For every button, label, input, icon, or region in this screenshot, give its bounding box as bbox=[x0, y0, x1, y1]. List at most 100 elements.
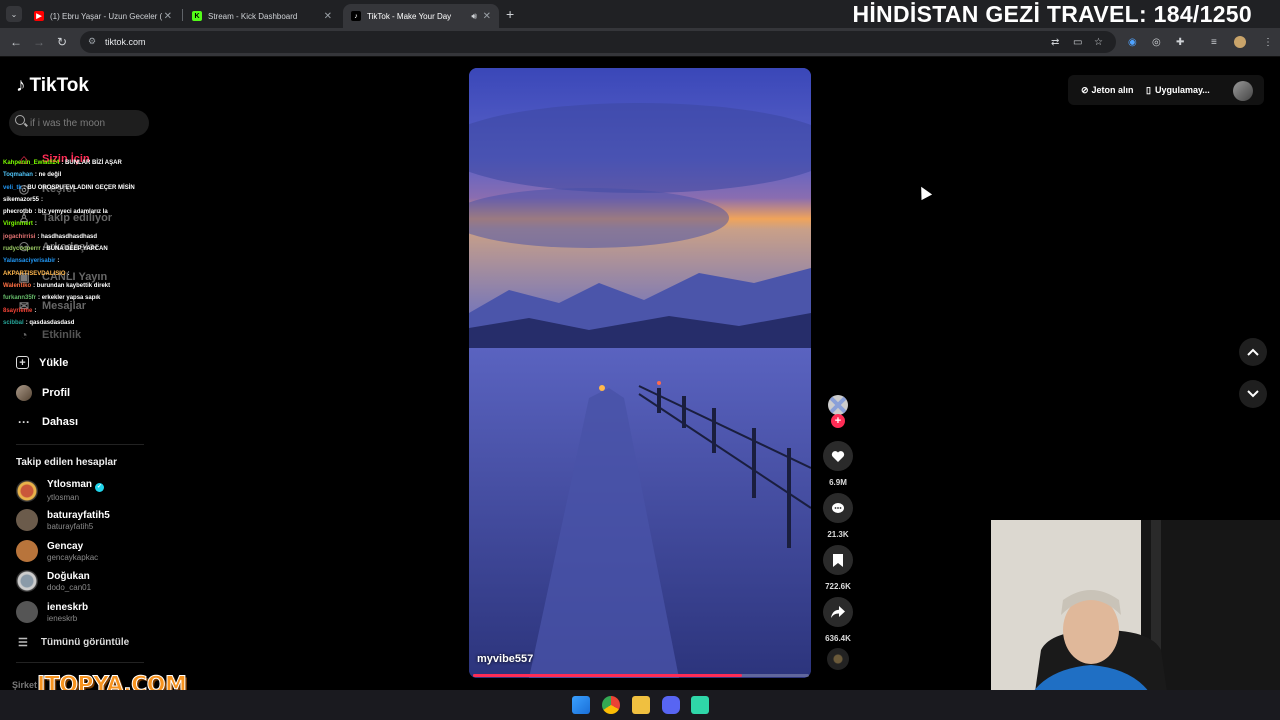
menu-dots-icon[interactable]: ⋮ bbox=[1263, 37, 1273, 48]
chat-separator: : bbox=[67, 270, 70, 277]
upload-icon: + bbox=[16, 356, 29, 369]
search-input[interactable]: if i was the moon bbox=[9, 110, 149, 136]
account-name: Doğukan bbox=[47, 570, 90, 582]
chat-message: sikemazor55: bbox=[3, 194, 163, 206]
nav-activity[interactable]: ◔ Etkinlik bbox=[16, 327, 81, 343]
get-app-button[interactable]: ▯ Uygulamay... bbox=[1146, 78, 1210, 102]
tab-kick[interactable]: K Stream - Kick Dashboard ✕ bbox=[184, 4, 340, 28]
tab-tiktok[interactable]: ♪ TikTok - Make Your Day 🔊︎ ✕ bbox=[343, 4, 499, 28]
next-video-button[interactable] bbox=[1239, 380, 1267, 408]
site-info-icon[interactable]: ⚙ bbox=[88, 36, 96, 47]
chat-separator: : bbox=[34, 307, 37, 314]
see-all-following[interactable]: ☰ Tümünü görüntüle bbox=[18, 636, 129, 649]
previous-video-button[interactable] bbox=[1239, 338, 1267, 366]
video-progress-bar[interactable] bbox=[473, 674, 809, 677]
chat-text: burundan kaybettik direkt bbox=[36, 282, 111, 289]
file-explorer-icon[interactable] bbox=[632, 696, 650, 714]
translate-icon[interactable]: ⇄ bbox=[1051, 37, 1059, 48]
forward-icon[interactable]: → bbox=[33, 35, 45, 49]
chat-message: veli_tk: BU OROSPU EVLADINI GEÇER MİSİN bbox=[3, 182, 163, 194]
footer-company-link[interactable]: Şirket bbox=[12, 680, 37, 690]
chrome-icon[interactable] bbox=[602, 696, 620, 714]
new-tab-button[interactable]: + bbox=[506, 6, 514, 22]
following-account[interactable]: Gencay gencaykapkac bbox=[16, 540, 98, 562]
chat-text: qasdasdasdasd bbox=[29, 319, 75, 326]
nav-profile[interactable]: Profil bbox=[16, 385, 70, 401]
chat-username: Toqmahan bbox=[3, 172, 33, 179]
following-account[interactable]: Doğukan dodo_can01 bbox=[16, 570, 91, 592]
bookmark-icon bbox=[823, 545, 853, 575]
search-placeholder: if i was the moon bbox=[30, 118, 106, 129]
following-account[interactable]: Ytlosman ✓ ytlosman bbox=[16, 479, 105, 502]
tab-title: (1) Ebru Yaşar - Uzun Geceler ( bbox=[50, 11, 163, 21]
account-handle: ieneskrb bbox=[47, 613, 78, 623]
tab-youtube[interactable]: ▶ (1) Ebru Yaşar - Uzun Geceler ( ✕ bbox=[26, 4, 180, 28]
bookmark-star-icon[interactable]: ☆ bbox=[1094, 37, 1103, 48]
speaker-icon[interactable]: 🔊︎ bbox=[471, 11, 477, 22]
account-handle: dodo_can01 bbox=[47, 582, 92, 592]
browser-toolbar: ← → ↻ ⚙ tiktok.com ⇄ ▭ ☆ ◉ ◎ ✚ ≡ ⋮ bbox=[0, 28, 1280, 57]
tiktok-note-icon: ♪ bbox=[16, 75, 26, 96]
save-button[interactable]: 722.6K bbox=[822, 545, 854, 591]
windows-start-icon[interactable] bbox=[572, 696, 590, 714]
close-icon[interactable]: ✕ bbox=[164, 11, 172, 22]
back-icon[interactable]: ← bbox=[10, 35, 22, 49]
music-disc-icon[interactable] bbox=[827, 648, 849, 670]
video-player[interactable]: myvibe557 bbox=[469, 68, 811, 678]
chat-text: hasdhasdhasdhasd bbox=[41, 233, 98, 240]
nav-label: Profil bbox=[42, 387, 71, 399]
like-count: 6.9M bbox=[829, 478, 847, 487]
logo-text: TikTok bbox=[29, 75, 89, 96]
following-account[interactable]: ieneskrb ieneskrb bbox=[16, 601, 88, 623]
creator-avatar[interactable] bbox=[828, 395, 848, 415]
discord-icon[interactable] bbox=[662, 696, 680, 714]
sidebar-divider bbox=[16, 662, 144, 663]
reload-icon[interactable]: ↻ bbox=[57, 35, 67, 49]
phone-icon: ▯ bbox=[1146, 84, 1151, 95]
chat-username: Virginmert bbox=[3, 221, 33, 228]
profile-avatar-icon[interactable] bbox=[1234, 36, 1246, 48]
video-progress-fill bbox=[473, 674, 742, 677]
profile-avatar[interactable] bbox=[1233, 81, 1253, 101]
nav-upload[interactable]: + Yükle bbox=[16, 356, 68, 369]
like-button[interactable]: 6.9M bbox=[822, 441, 854, 487]
tab-search-button[interactable]: ⌄ bbox=[6, 6, 22, 22]
tiktok-logo[interactable]: ♪ TikTok bbox=[16, 75, 89, 97]
app-label: Uygulamay... bbox=[1154, 85, 1210, 95]
tab-divider bbox=[182, 9, 183, 21]
avatar bbox=[16, 570, 38, 592]
chat-username: rudycooperrr bbox=[3, 246, 41, 253]
account-name: Gencay bbox=[47, 540, 84, 552]
app-icon[interactable] bbox=[691, 696, 709, 714]
nav-more[interactable]: ··· Dahası bbox=[16, 414, 78, 430]
extension-icon[interactable]: ◉ bbox=[1128, 37, 1137, 48]
chat-message: Walentiko: burundan kaybettik direkt bbox=[3, 280, 163, 292]
chat-message: scibbal: qasdasdasdasd bbox=[3, 317, 163, 329]
chat-message: Toqmahan: ne değil bbox=[3, 169, 163, 181]
chat-username: 8sayrieme bbox=[3, 307, 33, 314]
chevron-down-icon bbox=[1247, 390, 1259, 398]
extensions-puzzle-icon[interactable]: ✚ bbox=[1176, 37, 1184, 48]
account-name: Ytlosman bbox=[47, 479, 93, 490]
video-author[interactable]: myvibe557 bbox=[477, 653, 533, 665]
address-bar[interactable]: ⚙ tiktok.com bbox=[80, 31, 1116, 53]
chat-username: Walentiko bbox=[3, 282, 32, 289]
chat-separator: : bbox=[57, 258, 60, 265]
cast-icon[interactable]: ▭ bbox=[1073, 37, 1082, 48]
chat-username: Yalansaciyerisabir bbox=[3, 258, 56, 265]
nav-label: Dahası bbox=[42, 416, 79, 428]
chat-message: Kahpenin_Ewladi24: BUNLAR BİZİ AŞAR bbox=[3, 157, 163, 169]
comment-button[interactable]: 21.3K bbox=[822, 493, 854, 539]
chat-message: Yalansaciyerisabir: bbox=[3, 255, 163, 267]
share-button[interactable]: 636.4K bbox=[822, 597, 854, 643]
reading-list-icon[interactable]: ≡ bbox=[1211, 37, 1217, 48]
see-all-label: Tümünü görüntüle bbox=[40, 637, 130, 648]
tab-title: TikTok - Make Your Day bbox=[367, 11, 452, 21]
close-icon[interactable]: ✕ bbox=[324, 11, 332, 22]
following-account[interactable]: baturayfatih5 baturayfatih5 bbox=[16, 509, 110, 531]
extension-icon[interactable]: ◎ bbox=[1152, 37, 1161, 48]
close-icon[interactable]: ✕ bbox=[483, 11, 491, 22]
account-handle: gencaykapkac bbox=[47, 552, 99, 562]
chevron-up-icon bbox=[1247, 348, 1259, 356]
follow-creator-button[interactable]: + bbox=[831, 414, 845, 428]
